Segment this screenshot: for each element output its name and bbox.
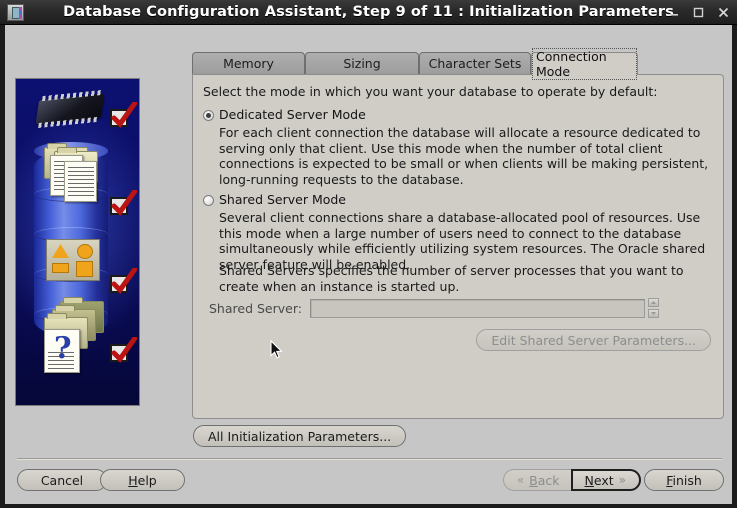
radio-dedicated-server-icon[interactable] [203,110,214,121]
next-button[interactable]: Next » [570,469,641,491]
cancel-button[interactable]: Cancel [17,469,107,491]
shared-server-field-row: Shared Server: [209,297,709,319]
next-label: Next [585,473,614,488]
shared-server-input[interactable] [309,298,645,318]
dedicated-server-description: For each client connection the database … [219,125,709,187]
question-mark-glyph: ? [54,331,72,366]
back-mnemonic: B [529,472,538,488]
minimize-icon[interactable] [668,7,681,18]
tab-label: Sizing [343,56,381,71]
spinner-down-icon[interactable] [647,309,659,318]
title-bar: Database Configuration Assistant, Step 9… [0,0,737,25]
tab-connection-mode[interactable]: Connection Mode [531,48,638,80]
shared-server-field-label: Shared Server: [209,300,302,316]
checkmark-icon [110,268,137,295]
all-initialization-parameters-label: All Initialization Parameters... [208,428,392,444]
panel-intro-text: Select the mode in which you want your d… [203,84,658,99]
next-label-rest: ext [593,472,614,488]
window-edge-left [0,25,5,508]
maximize-icon[interactable] [693,7,706,18]
spinner-up-icon[interactable] [647,298,659,307]
back-label: Back [529,473,559,488]
tab-memory[interactable]: Memory [192,52,305,74]
edit-shared-server-parameters-label: Edit Shared Server Parameters... [491,332,696,348]
finish-label: Finish [666,473,702,488]
close-icon[interactable] [718,7,731,18]
tab-label: Character Sets [428,56,522,71]
window-title: Database Configuration Assistant, Step 9… [63,4,674,20]
footer-bar: Cancel Help « Back Next » Finish [0,466,737,500]
back-label-rest: ack [537,472,560,488]
window-edge-bottom [0,504,737,508]
checkmark-icon [110,102,137,129]
back-chevron-icon: « [516,473,525,487]
footer-separator [17,458,722,460]
cpu-chip-icon [35,93,105,125]
dbca-window: Database Configuration Assistant, Step 9… [0,0,737,508]
help-documents-icon: ? [38,297,108,373]
tab-label: Connection Mode [532,48,637,80]
help-label-rest: elp [137,472,157,488]
documents-group-icon [44,141,100,202]
checkmark-icon [110,190,137,217]
checkmark-icon [110,337,137,364]
wizard-illustration: ? [15,78,140,406]
cancel-label: Cancel [40,472,84,488]
shared-server-label: Shared Server Mode [219,192,347,207]
next-chevron-icon: » [618,473,626,487]
back-button[interactable]: « Back [502,469,572,491]
help-label: Help [128,473,157,488]
tab-sizing[interactable]: Sizing [305,52,419,74]
tab-label: Memory [223,56,274,71]
shapes-palette-icon [46,239,100,281]
shared-servers-note: Shared Servers specifies the number of s… [219,263,684,294]
navigation-button-group: « Back Next » [502,469,641,491]
shared-server-option[interactable]: Shared Server Mode Several client connec… [203,193,719,272]
next-mnemonic: N [584,472,594,488]
window-controls [668,0,731,25]
finish-label-rest: inish [672,472,702,488]
edit-shared-server-parameters-button[interactable]: Edit Shared Server Parameters... [476,329,711,351]
radio-shared-server-icon[interactable] [203,195,214,206]
connection-mode-panel: Select the mode in which you want your d… [192,74,724,419]
window-edge-right [732,25,737,508]
dedicated-server-option[interactable]: Dedicated Server Mode For each client co… [203,108,719,187]
help-button[interactable]: Help [100,469,185,491]
dedicated-server-label: Dedicated Server Mode [219,107,366,122]
tab-character-sets[interactable]: Character Sets [419,52,531,74]
all-initialization-parameters-button[interactable]: All Initialization Parameters... [193,425,407,447]
finish-button[interactable]: Finish [644,469,724,491]
tab-strip: Memory Sizing Character Sets Connection … [192,48,724,80]
help-mnemonic: H [128,472,138,488]
shared-server-spinner[interactable] [647,298,659,318]
